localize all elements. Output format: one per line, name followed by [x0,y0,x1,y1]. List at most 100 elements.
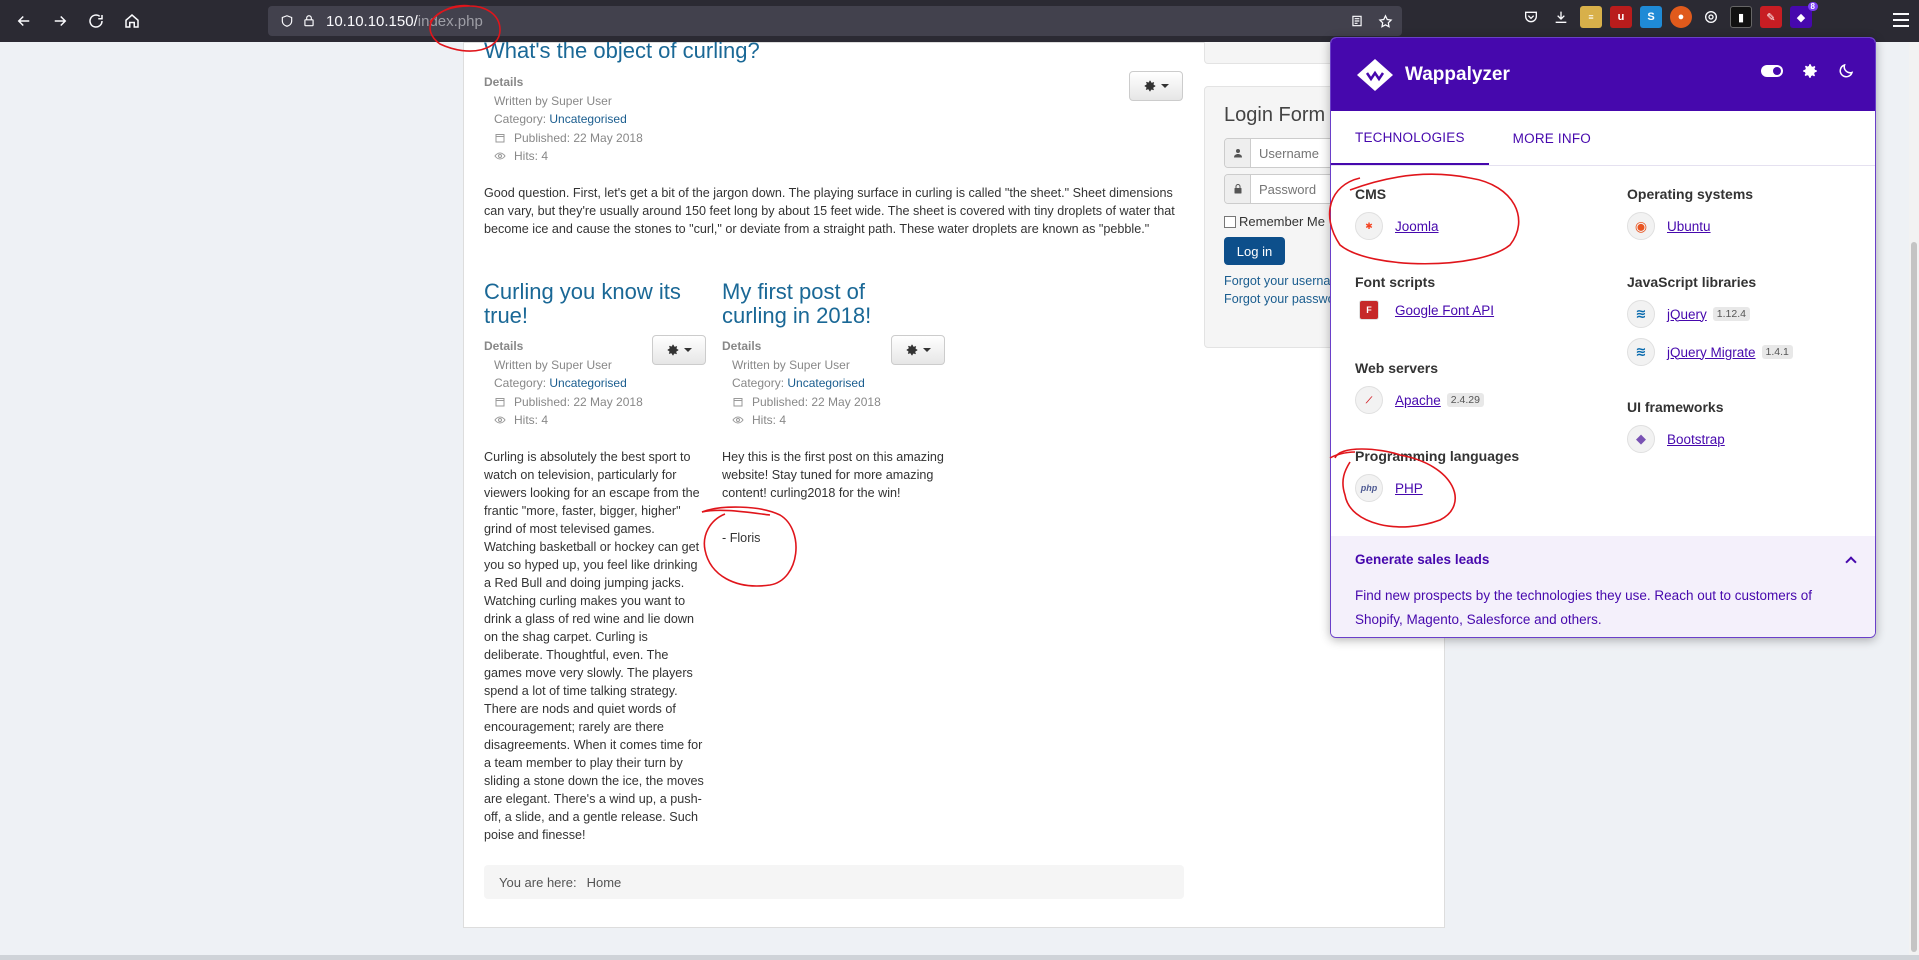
caret-down-icon [1161,84,1169,88]
article-title-curling-you-know[interactable]: Curling you know its true! [484,280,724,328]
tech-version: 1.12.4 [1712,307,1750,321]
tech-item[interactable]: php PHP [1355,474,1519,502]
tech-item[interactable]: ≋ jQuery 1.12.4 [1627,300,1793,328]
tech-category-javascript-libraries: JavaScript libraries ≋ jQuery 1.12.4 ≋ j… [1627,274,1793,366]
reader-view-icon[interactable] [1346,10,1368,32]
jquery-icon: ≋ [1627,300,1655,328]
tech-name[interactable]: Google Font API [1395,303,1494,318]
toggle-icon[interactable] [1761,65,1783,77]
login-button[interactable]: Log in [1224,237,1285,265]
tech-item[interactable]: ◉ Ubuntu [1627,212,1753,240]
published-text: Published: 22 May 2018 [752,394,881,409]
tab-technologies[interactable]: TECHNOLOGIES [1331,111,1489,165]
article-info: Details Written by Super User Category: … [722,337,881,430]
page-scrollbar[interactable] [1909,42,1919,960]
home-button[interactable] [114,3,150,39]
back-button[interactable] [6,3,42,39]
tech-item[interactable]: F Google Font API [1355,300,1494,320]
tech-name[interactable]: PHP [1395,481,1423,496]
download-icon[interactable] [1550,6,1572,28]
category-link[interactable]: Uncategorised [787,374,864,393]
tech-name[interactable]: jQuery [1667,307,1707,322]
tab-more-info[interactable]: MORE INFO [1489,111,1615,165]
wappalyzer-extension-icon[interactable]: ◆ 8 [1790,2,1818,28]
category-link[interactable]: Uncategorised [549,110,626,129]
wappalyzer-header: Wappalyzer [1331,38,1875,111]
gear-icon[interactable] [1801,62,1819,80]
menu-icon[interactable] [1893,9,1909,31]
category-title: CMS [1355,186,1387,202]
author-text: Written by Super User [494,93,612,108]
shield-icon[interactable] [276,10,298,32]
joomla-icon: ✱ [1355,212,1383,240]
lock-icon [1225,175,1251,203]
breadcrumb-home[interactable]: Home [587,875,622,890]
tech-version: 1.4.1 [1761,345,1793,359]
bookmark-star-icon[interactable] [1374,10,1396,32]
article-tools-button[interactable] [1129,71,1183,101]
category-title: Font scripts [1355,274,1436,290]
forward-button[interactable] [42,3,78,39]
tech-item[interactable]: ◆ Bootstrap [1627,425,1725,453]
ubuntu-icon: ◉ [1627,212,1655,240]
title-line: Curling you know its [484,279,681,304]
tech-name[interactable]: jQuery Migrate [1667,345,1756,360]
lock-icon[interactable] [298,10,320,32]
gear-icon [1144,80,1156,92]
tech-name[interactable]: Joomla [1395,219,1439,234]
apache-icon: ⟋ [1355,386,1383,414]
tech-item[interactable]: ⟋ Apache 2.4.29 [1355,386,1484,414]
scroll-thumb[interactable] [1911,242,1917,952]
tech-name[interactable]: Apache [1395,393,1441,408]
ublock-icon[interactable]: u [1610,6,1632,28]
terminal-extension-icon[interactable]: ▮ [1730,6,1752,28]
hits: Hits: 4 [722,411,881,430]
hits: Hits: 4 [484,411,643,430]
hits-text: Hits: 4 [514,413,549,427]
published-text: Published: 22 May 2018 [514,394,643,409]
tech-category-operating-systems: Operating systems ◉ Ubuntu [1627,186,1753,240]
pen-extension-icon[interactable]: ✎ [1760,6,1782,28]
tech-name[interactable]: Bootstrap [1667,432,1725,447]
jquery-icon: ≋ [1627,338,1655,366]
sales-leads-text: Find new prospects by the technologies t… [1355,588,1813,627]
author-text: Written by Super User [732,357,850,372]
category-title: UI frameworks [1627,399,1724,415]
category-link[interactable]: Uncategorised [549,374,626,393]
pocket-icon[interactable] [1520,6,1542,28]
google-font-icon: F [1359,300,1379,320]
article-title-first-post[interactable]: My first post of curling in 2018! [722,280,962,328]
tech-category-web-servers: Web servers ⟋ Apache 2.4.29 [1355,360,1484,414]
tech-category-font-scripts: Font scripts F Google Font API [1355,274,1494,320]
wappalyzer-tabs: TECHNOLOGIES MORE INFO [1331,111,1875,166]
sales-leads-title[interactable]: Generate sales leads [1355,552,1489,567]
ball-extension-icon[interactable]: ● [1670,6,1692,28]
remember-me[interactable]: Remember Me [1224,214,1325,229]
reload-button[interactable] [78,3,114,39]
arrow-right-icon [54,15,67,27]
settings-extension-icon[interactable] [1700,6,1722,28]
article-tools-button[interactable] [652,335,706,365]
home-icon [125,14,139,28]
library-icon[interactable]: ≡ [1580,6,1602,28]
category-prefix: Category: [494,112,547,126]
caret-down-icon [923,348,931,352]
article-title-object-of-curling[interactable]: What's the object of curling? [484,38,760,64]
remember-checkbox[interactable] [1224,215,1236,228]
chevron-up-icon[interactable] [1845,556,1857,568]
url-bar[interactable]: 10.10.10.150/index.php [268,6,1402,36]
category-title: Programming languages [1355,448,1520,464]
browser-toolbar: 10.10.10.150/index.php ≡ u S ● ▮ ✎ ◆ 8 [0,0,1919,42]
category-prefix: Category: [732,376,785,390]
tech-name[interactable]: Ubuntu [1667,219,1711,234]
eye-icon [494,414,506,426]
tech-item[interactable]: ≋ jQuery Migrate 1.4.1 [1627,338,1793,366]
calendar-icon [494,396,506,408]
article-tools-button[interactable] [891,335,945,365]
wappalyzer-popup: Wappalyzer TECHNOLOGIES MORE INFO CMS ✱ … [1330,37,1876,638]
calendar-icon [732,396,744,408]
moon-icon[interactable] [1837,62,1855,80]
caret-down-icon [684,348,692,352]
s-extension-icon[interactable]: S [1640,6,1662,28]
tech-item[interactable]: ✱ Joomla [1355,212,1439,240]
